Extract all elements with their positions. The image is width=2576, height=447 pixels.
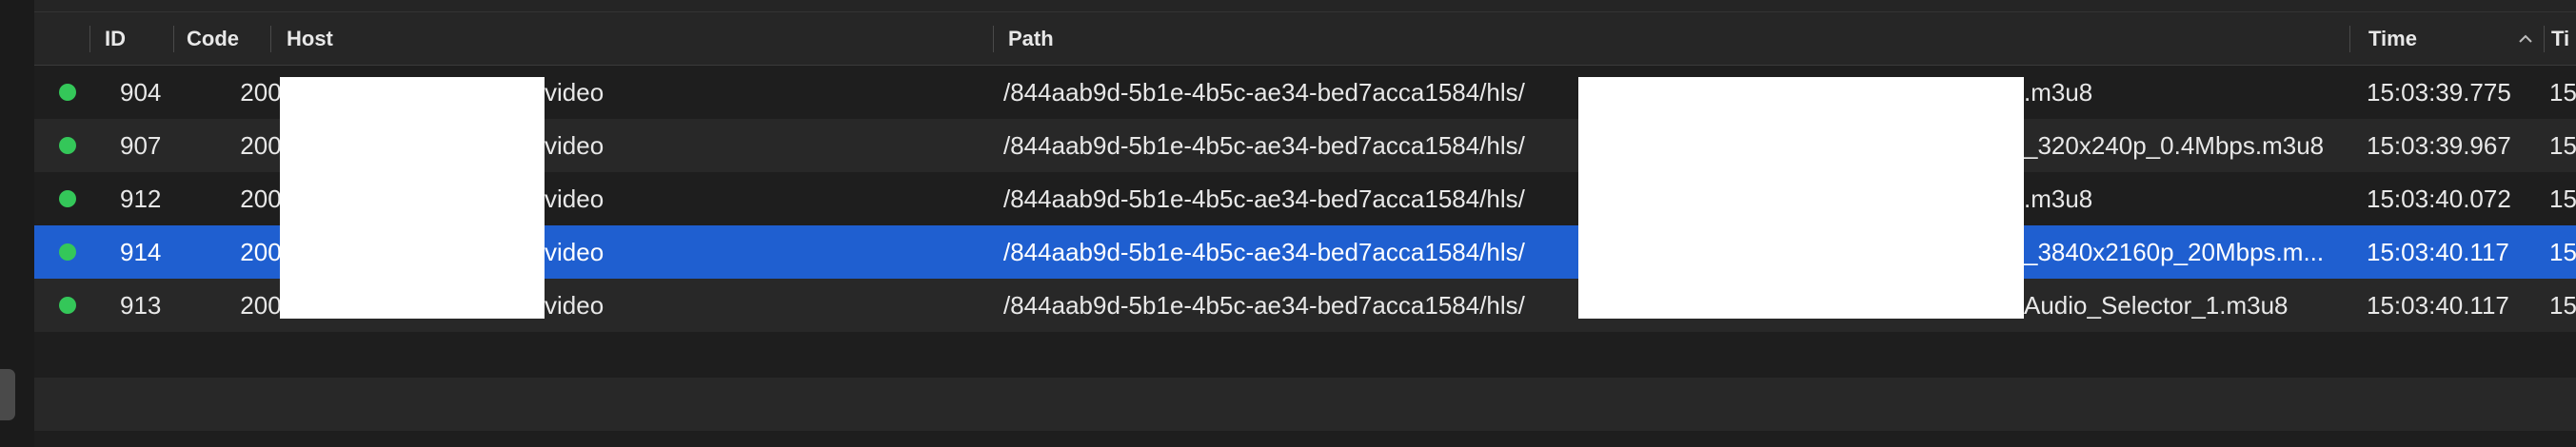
column-header-time[interactable]: Time [2368,12,2417,65]
table-header: ID Code Host Path Time Ti [34,12,2576,66]
cell-time: 15:03:40.117 [2367,238,2509,266]
redacted-host-block [280,77,545,319]
empty-row [34,332,2576,378]
cell-path-suffix: .m3u8 [2024,78,2093,107]
cell-truncated: 15 [2549,238,2576,266]
table-top-strip [34,0,2576,12]
cell-path-suffix: Audio_Selector_1.m3u8 [2024,291,2289,320]
cell-time: 15:03:39.967 [2367,131,2511,160]
cell-id: 907 [120,131,162,160]
column-header-host[interactable]: Host [287,12,333,65]
cell-truncated: 15 [2549,185,2576,213]
column-separator[interactable] [89,26,90,52]
cell-id: 904 [120,78,162,107]
cell-time: 15:03:39.775 [2367,78,2511,107]
column-separator[interactable] [2544,26,2545,52]
column-separator[interactable] [270,26,271,52]
cell-time: 15:03:40.072 [2367,185,2511,213]
cell-path-suffix: _3840x2160p_20Mbps.m... [2024,238,2325,266]
requests-table: ID Code Host Path Time Ti 904 200 video … [34,0,2576,447]
column-separator[interactable] [2349,26,2350,52]
cell-host: video [545,185,604,213]
cell-id: 913 [120,291,162,320]
column-header-code[interactable]: Code [187,12,239,65]
cell-truncated: 15 [2549,291,2576,320]
column-separator[interactable] [173,26,174,52]
cell-host: video [545,238,604,266]
cell-path-suffix: _320x240p_0.4Mbps.m3u8 [2024,131,2325,160]
cell-path-prefix: /844aab9d-5b1e-4b5c-ae34-bed7acca1584/hl… [1003,238,1525,266]
empty-row [34,431,2576,447]
cell-path-suffix: .m3u8 [2024,185,2093,213]
column-separator[interactable] [993,26,994,52]
status-dot-icon [59,297,76,314]
status-dot-icon [59,137,76,154]
panel-resize-handle[interactable] [0,369,15,420]
cell-time: 15:03:40.117 [2367,291,2509,320]
cell-host: video [545,131,604,160]
cell-path-prefix: /844aab9d-5b1e-4b5c-ae34-bed7acca1584/hl… [1003,131,1525,160]
left-gutter [0,0,35,447]
status-dot-icon [59,190,76,207]
cell-truncated: 15 [2549,78,2576,107]
cell-path-prefix: /844aab9d-5b1e-4b5c-ae34-bed7acca1584/hl… [1003,185,1525,213]
column-header-truncated[interactable]: Ti [2551,12,2569,65]
column-header-id[interactable]: ID [105,12,126,65]
cell-host: video [545,291,604,320]
status-dot-icon [59,243,76,261]
cell-host: video [545,78,604,107]
column-header-path[interactable]: Path [1008,12,1054,65]
cell-id: 914 [120,238,162,266]
cell-path-prefix: /844aab9d-5b1e-4b5c-ae34-bed7acca1584/hl… [1003,78,1525,107]
redacted-path-block [1578,77,2024,319]
status-dot-icon [59,84,76,101]
cell-truncated: 15 [2549,131,2576,160]
sort-ascending-icon[interactable] [2517,30,2534,48]
cell-path-prefix: /844aab9d-5b1e-4b5c-ae34-bed7acca1584/hl… [1003,291,1525,320]
cell-id: 912 [120,185,162,213]
empty-row [34,378,2576,431]
